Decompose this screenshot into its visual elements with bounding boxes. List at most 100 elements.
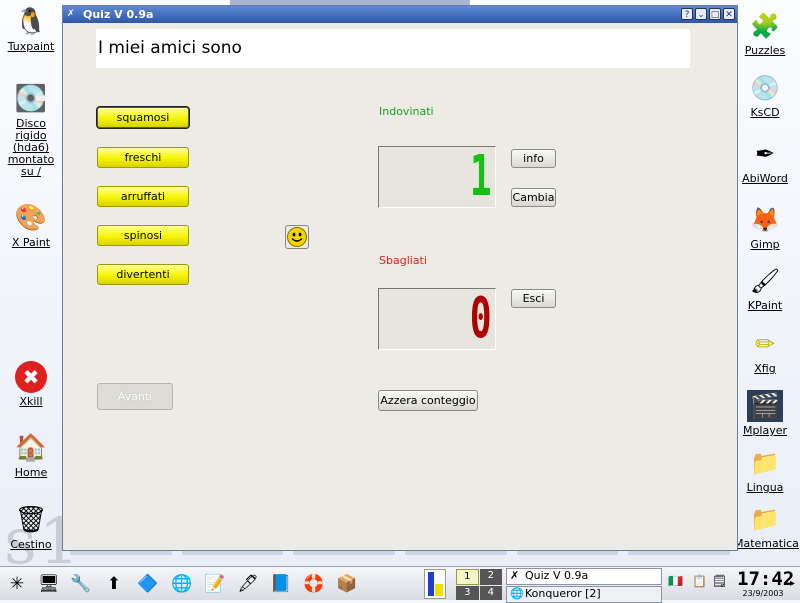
harddisk-icon: 💽 bbox=[14, 84, 48, 114]
desktop-icon-label: Xkill bbox=[19, 395, 43, 408]
desktop-icon-xpaint[interactable]: 🎨 X Paint bbox=[0, 202, 62, 249]
answer-button-1[interactable]: squamosi bbox=[96, 106, 190, 129]
wrong-count: 0 bbox=[470, 286, 492, 351]
desktop-icon-label: Puzzles bbox=[744, 44, 786, 57]
desktop-icon-xfig[interactable]: ✏ Xfig bbox=[734, 328, 796, 375]
desktop-icon-label: X Paint bbox=[11, 236, 51, 249]
pager-desktop-2[interactable]: 2 bbox=[479, 569, 502, 585]
konqueror-small-icon: 🌐 bbox=[510, 587, 524, 600]
desktop-icon-harddisk[interactable]: 💽 Disco rigido (hda6) montato su / bbox=[0, 83, 62, 178]
desktop-icon-label: AbiWord bbox=[742, 172, 788, 185]
exit-button[interactable]: Esci bbox=[511, 289, 556, 308]
task-label: Quiz V 0.9a bbox=[525, 569, 589, 582]
answer-button-3[interactable]: arruffati bbox=[97, 186, 189, 207]
updates-icon[interactable]: ⬆ bbox=[103, 573, 125, 595]
puzzles-icon: 🧩 bbox=[750, 12, 780, 40]
pager-desktop-1[interactable]: 1 bbox=[456, 569, 479, 585]
task-list: ✗ Quiz V 0.9a 🌐 Konqueror [2] bbox=[506, 568, 662, 603]
preview-bar-yellow bbox=[435, 584, 443, 596]
answer-button-2[interactable]: freschi bbox=[97, 147, 189, 168]
desktop-icon-label: Lingua bbox=[746, 481, 784, 494]
flag-italy-icon[interactable]: 🇮🇹 bbox=[668, 574, 684, 588]
desktop-icon-puzzles[interactable]: 🧩 Puzzles bbox=[734, 10, 796, 57]
x-app-icon: ✗ bbox=[510, 569, 520, 582]
maximize-button[interactable]: □ bbox=[709, 8, 721, 20]
desktop-icon-kpaint[interactable]: 🖌 KPaint bbox=[734, 265, 796, 312]
lifebuoy-icon[interactable]: 🛟 bbox=[303, 573, 325, 595]
correct-label: Indovinati bbox=[379, 105, 434, 118]
xfig-icon: ✏ bbox=[754, 330, 776, 358]
desktop-icon-label: KPaint bbox=[747, 299, 783, 312]
kde-menu-icon[interactable]: ✳ bbox=[6, 573, 28, 595]
window-title: Quiz V 0.9a bbox=[83, 8, 154, 21]
desktop-icon-label: Cestino bbox=[10, 538, 52, 551]
palette-icon: 🎨 bbox=[14, 203, 48, 233]
shade-button[interactable]: ⌄ bbox=[695, 8, 707, 20]
answer-button-4[interactable]: spinosi bbox=[97, 225, 189, 246]
xkill-icon: ✖ bbox=[15, 361, 47, 393]
quiz-window: ✗ Quiz V 0.9a ? ⌄ □ ✕ I miei amici sono … bbox=[62, 5, 738, 551]
correct-counter: 1 bbox=[378, 146, 496, 208]
smiley-icon bbox=[285, 225, 309, 249]
editor-icon[interactable]: 📝 bbox=[204, 573, 226, 595]
desktop-preview[interactable] bbox=[424, 569, 446, 599]
pen-icon[interactable]: 🖋 bbox=[237, 573, 259, 595]
clock-date: 23/9/2003 bbox=[742, 589, 784, 598]
task-konqueror[interactable]: 🌐 Konqueror [2] bbox=[506, 586, 662, 603]
desktop-icon-label: Gimp bbox=[750, 238, 780, 251]
desktop-icon-trash[interactable]: 🗑 Cestino bbox=[0, 504, 62, 551]
change-button[interactable]: Cambia bbox=[511, 188, 556, 207]
wrong-label: Sbagliati bbox=[379, 254, 427, 267]
notes-icon[interactable]: 🗒 bbox=[712, 574, 728, 588]
tools-icon[interactable]: 🔧 bbox=[70, 573, 92, 595]
desktop-icon-home[interactable]: 🏠 Home bbox=[0, 432, 62, 479]
desktop-icon-tuxpaint[interactable]: 🐧 Tuxpaint bbox=[0, 6, 62, 53]
desktop-icon-matematica[interactable]: 📁 Matematica bbox=[734, 503, 799, 550]
desktop-icon-label: Tuxpaint bbox=[7, 40, 55, 53]
kscd-icon: 💿 bbox=[750, 74, 780, 102]
lingua-icon: 📁 bbox=[750, 449, 780, 477]
matematica-icon: 📁 bbox=[750, 505, 780, 533]
window-menu-icon[interactable]: ✗ bbox=[67, 9, 78, 20]
desktop-icon-abiword[interactable]: ✒ AbiWord bbox=[734, 138, 796, 185]
preview-bar-blue bbox=[428, 572, 434, 596]
desktop-icon-label: Disco rigido (hda6) montato su / bbox=[7, 117, 55, 178]
help-button[interactable]: ? bbox=[681, 8, 693, 20]
close-button[interactable]: ✕ bbox=[723, 8, 735, 20]
desktop-icon-label: Mplayer bbox=[742, 424, 788, 437]
konqueror-icon[interactable]: 🌐 bbox=[171, 573, 193, 595]
reset-counter-button[interactable]: Azzera conteggio bbox=[378, 390, 478, 411]
desktop-icon-mplayer[interactable]: 🎬 Mplayer bbox=[734, 390, 796, 437]
info-button[interactable]: info bbox=[511, 149, 556, 168]
task-quiz[interactable]: ✗ Quiz V 0.9a bbox=[506, 568, 662, 585]
pager-desktop-3[interactable]: 3 bbox=[456, 586, 479, 600]
desktop-pager: 1 2 3 4 bbox=[456, 569, 502, 600]
mplayer-icon: 🎬 bbox=[747, 390, 783, 422]
abiword-icon: ✒ bbox=[754, 140, 776, 168]
taskbar-arrow-icon[interactable]: ▸ bbox=[790, 578, 795, 589]
next-button[interactable]: Avanti bbox=[97, 383, 173, 410]
package-icon[interactable]: 📦 bbox=[336, 573, 358, 595]
desktop-icon-gimp[interactable]: 🦊 Gimp bbox=[734, 204, 796, 251]
desktop-icon-xkill[interactable]: ✖ Xkill bbox=[0, 361, 62, 408]
desktop-icon-label: Matematica bbox=[734, 537, 799, 550]
desktop-icon-lingua[interactable]: 📁 Lingua bbox=[734, 447, 796, 494]
window-titlebar[interactable]: ✗ Quiz V 0.9a ? ⌄ □ ✕ bbox=[63, 6, 737, 23]
home-icon: 🏠 bbox=[14, 433, 48, 463]
desktop-icon[interactable]: 🖥 bbox=[38, 573, 60, 595]
terminal-icon[interactable]: 📘 bbox=[270, 573, 292, 595]
gimp-icon: 🦊 bbox=[750, 206, 780, 234]
task-label: Konqueror [2] bbox=[525, 587, 601, 600]
desktop-icon-label: Home bbox=[14, 466, 48, 479]
desktop-icon-kscd[interactable]: 💿 KsCD bbox=[734, 72, 796, 119]
clock[interactable]: 17:42 23/9/2003 bbox=[737, 568, 795, 599]
wrong-counter: 0 bbox=[378, 288, 496, 350]
desktop-icon-label: Xfig bbox=[754, 362, 776, 375]
trash-icon: 🗑 bbox=[14, 505, 48, 535]
cube-icon[interactable]: 🔷 bbox=[137, 573, 159, 595]
pager-desktop-4[interactable]: 4 bbox=[479, 586, 502, 600]
clipboard-icon[interactable]: 📋 bbox=[692, 574, 708, 588]
desktop-icon-label: KsCD bbox=[750, 106, 780, 119]
answer-button-5[interactable]: divertenti bbox=[97, 264, 189, 285]
clock-time: 17:42 bbox=[737, 568, 795, 590]
